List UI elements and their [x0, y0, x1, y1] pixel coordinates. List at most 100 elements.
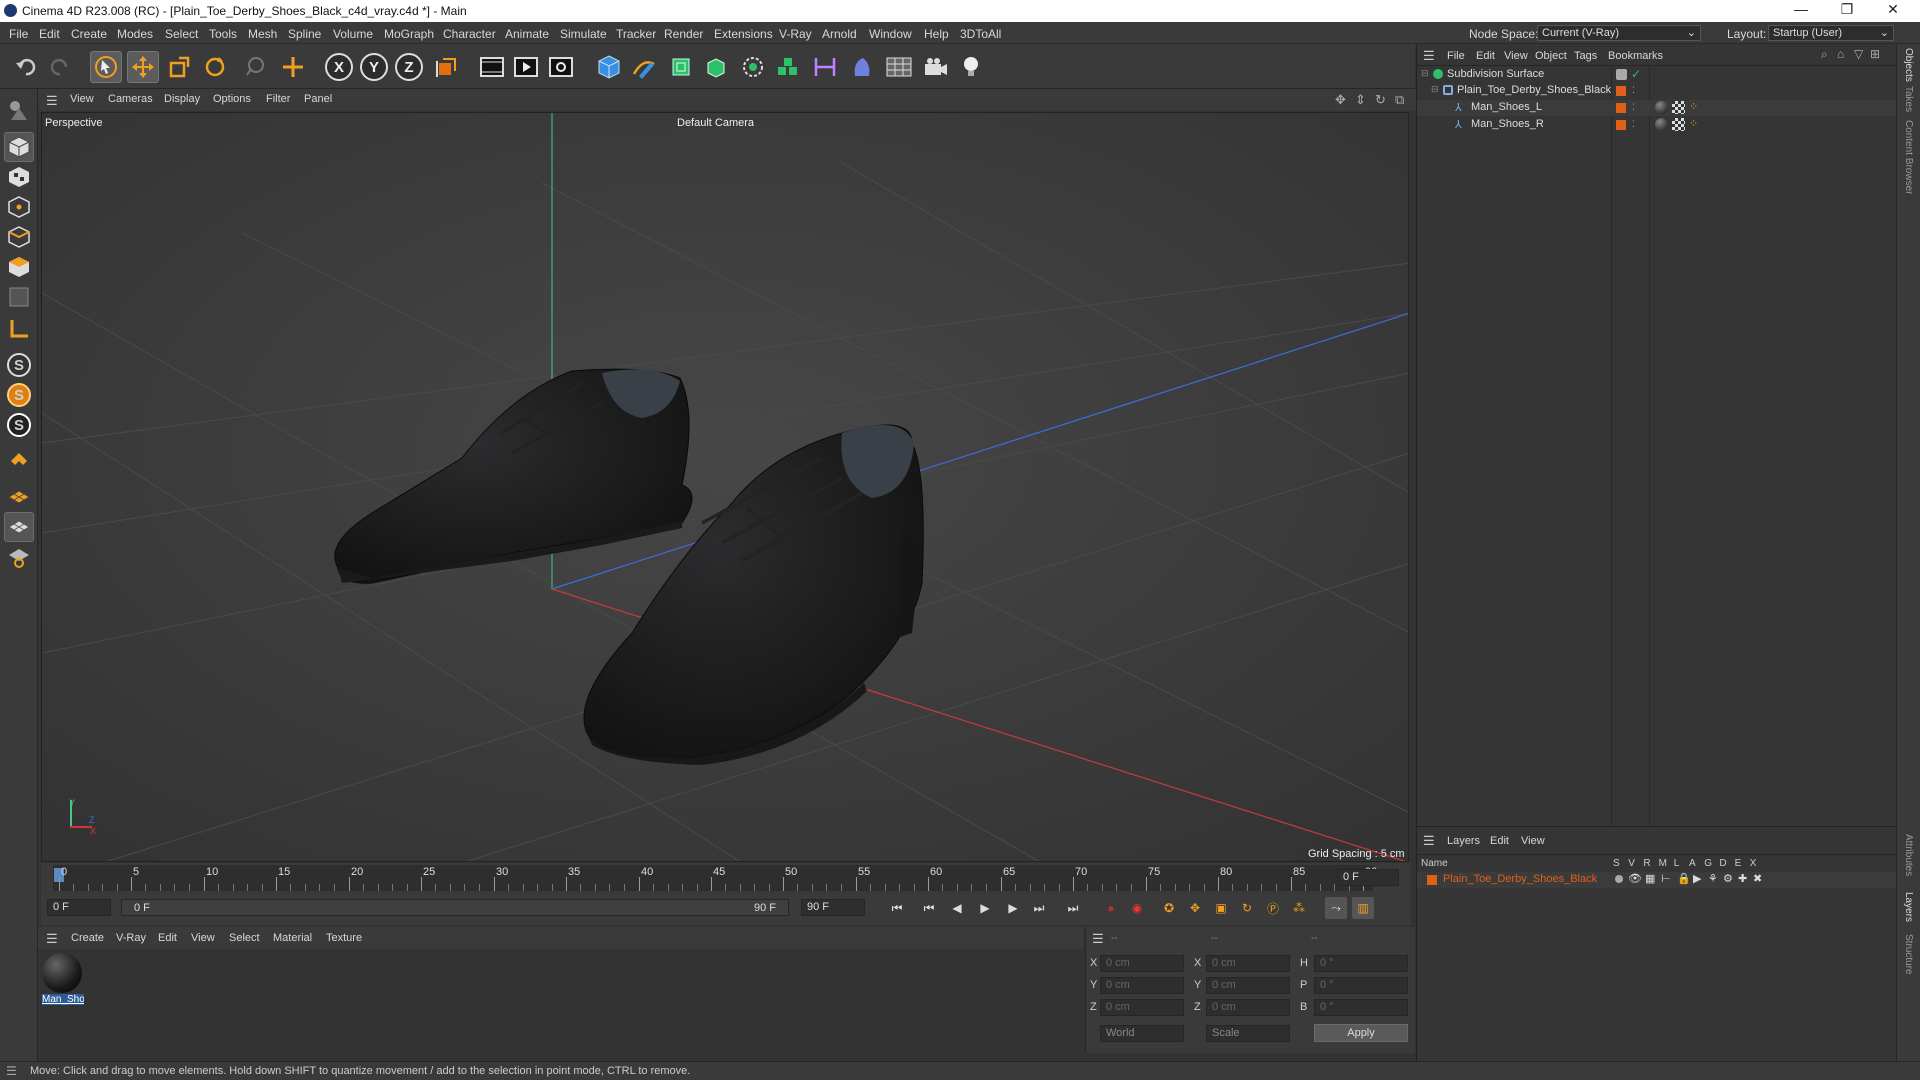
menu-3dtoall[interactable]: 3DToAll [960, 27, 1001, 41]
home-icon[interactable]: ⌂ [1837, 47, 1844, 61]
node-space-dropdown[interactable]: Current (V-Ray) ⌄ [1537, 25, 1701, 41]
record-icon[interactable]: ● [1100, 897, 1122, 919]
tab-content-browser[interactable]: Content Browser [1903, 120, 1914, 194]
layer-color-icon[interactable] [1616, 85, 1626, 99]
hamburger-menu-icon[interactable]: ☰ [46, 93, 58, 109]
visible-eye-icon[interactable]: 👁 [1628, 872, 1642, 885]
menu-tools[interactable]: Tools [209, 27, 237, 41]
viewport-menu-display[interactable]: Display [164, 93, 200, 105]
material-menu-texture[interactable]: Texture [326, 932, 362, 944]
new-view-icon[interactable]: ⊞ [1870, 47, 1880, 61]
viewport-maximize-icon[interactable]: ⧉ [1395, 92, 1404, 108]
lock-icon[interactable]: 🔒 [1677, 872, 1691, 885]
menu-help[interactable]: Help [924, 27, 949, 41]
coordinate-mode-dropdown[interactable]: World [1100, 1025, 1184, 1042]
texture-mode-icon[interactable] [4, 162, 34, 192]
viewport-rotate-icon[interactable]: ↻ [1375, 92, 1386, 108]
material-tag-icon[interactable] [1655, 101, 1668, 114]
hamburger-menu-icon[interactable]: ☰ [1423, 48, 1435, 64]
xref-icon[interactable]: ✖ [1753, 872, 1762, 885]
rotation-h-field[interactable]: 0 ° [1314, 955, 1408, 972]
timeline-layout-icon[interactable]: ▥ [1352, 897, 1374, 919]
edges-mode-icon[interactable] [4, 222, 34, 252]
material-menu-material[interactable]: Material [273, 932, 312, 944]
layer-menu-layers[interactable]: Layers [1447, 835, 1480, 847]
hamburger-menu-icon[interactable]: ☰ [6, 1064, 17, 1078]
redo-icon[interactable] [44, 51, 76, 83]
search-icon[interactable]: ⌕ [1821, 47, 1828, 62]
object-row[interactable]: ⅄ Man_Shoes_L ⁚ ⁘ [1417, 100, 1897, 116]
tab-takes[interactable]: Takes [1903, 86, 1914, 112]
layer-color-swatch[interactable] [1427, 874, 1437, 888]
menu-render[interactable]: Render [664, 27, 703, 41]
enabled-check-icon[interactable]: ✓ [1631, 67, 1641, 81]
object-row[interactable]: ⊟ Subdivision Surface ✓ [1417, 67, 1897, 83]
y-axis-icon[interactable]: Y [358, 51, 390, 83]
viewport-menu-cameras[interactable]: Cameras [108, 93, 153, 105]
menu-volume[interactable]: Volume [333, 27, 373, 41]
z-axis-icon[interactable]: Z [393, 51, 425, 83]
rotation-p-field[interactable]: 0 ° [1314, 977, 1408, 994]
position-key-icon[interactable]: ✥ [1184, 897, 1206, 919]
vray-tag-icon[interactable]: ⁘ [1689, 100, 1698, 113]
uvw-tag-icon[interactable] [1672, 118, 1685, 131]
viewport-menu-view[interactable]: View [70, 93, 94, 105]
uvw-tag-icon[interactable] [1672, 101, 1685, 114]
object-menu-tags[interactable]: Tags [1574, 50, 1597, 62]
layer-menu-edit[interactable]: Edit [1490, 835, 1509, 847]
generators-icon[interactable]: ⚘ [1708, 872, 1718, 885]
uv-mode-icon[interactable] [4, 282, 34, 312]
snap-settings-icon[interactable]: S [4, 380, 34, 410]
object-row[interactable]: ⊟ Plain_Toe_Derby_Shoes_Black ⁚ [1417, 83, 1897, 99]
snap-icon[interactable]: S [4, 350, 34, 380]
select-arrow-icon[interactable] [90, 51, 122, 83]
next-frame-icon[interactable]: ▶ [1002, 897, 1024, 919]
start-frame-field[interactable]: 0 F [47, 899, 111, 916]
prev-frame-icon[interactable]: ◀ [946, 897, 968, 919]
menu-modes[interactable]: Modes [117, 27, 153, 41]
menu-tracker[interactable]: Tracker [616, 27, 656, 41]
deformers-icon[interactable]: ⚙ [1723, 872, 1733, 885]
menu-create[interactable]: Create [71, 27, 107, 41]
viewport-menu-filter[interactable]: Filter [266, 93, 290, 105]
play-icon[interactable]: ▶ [974, 897, 996, 919]
layout-dropdown[interactable]: Startup (User) ⌄ [1768, 25, 1894, 41]
parameter-key-icon[interactable]: Ⓟ [1262, 897, 1284, 919]
menu-select[interactable]: Select [165, 27, 198, 41]
menu-extensions[interactable]: Extensions [714, 27, 773, 41]
position-z-field[interactable]: 0 cm [1100, 999, 1184, 1016]
hamburger-menu-icon[interactable]: ☰ [1092, 931, 1104, 947]
render-settings-icon[interactable] [545, 51, 577, 83]
menu-window[interactable]: Window [869, 27, 912, 41]
material-menu-vray[interactable]: V-Ray [116, 932, 146, 944]
size-x-field[interactable]: 0 cm [1206, 955, 1290, 972]
apply-button[interactable]: Apply [1314, 1024, 1408, 1042]
subdivision-icon[interactable] [665, 51, 697, 83]
scale-icon[interactable] [163, 51, 195, 83]
material-menu-select[interactable]: Select [229, 932, 260, 944]
coordinate-system-icon[interactable] [431, 51, 463, 83]
maximize-button[interactable]: ❐ [1824, 1, 1870, 21]
solo-toggle-icon[interactable] [1615, 875, 1623, 883]
points-mode-icon[interactable] [4, 192, 34, 222]
deformer-icon[interactable] [846, 51, 878, 83]
axis-mode-icon[interactable] [4, 314, 34, 344]
current-frame-field[interactable]: 0 F [1337, 869, 1399, 886]
workplane-icon[interactable] [4, 482, 34, 512]
object-menu-view[interactable]: View [1504, 50, 1528, 62]
end-frame-field[interactable]: 90 F [801, 899, 865, 916]
rotation-key-icon[interactable]: ↻ [1236, 897, 1258, 919]
visibility-dots-icon[interactable]: ⁚ [1632, 85, 1635, 96]
tab-structure[interactable]: Structure [1903, 934, 1914, 975]
tab-layers[interactable]: Layers [1903, 892, 1914, 922]
collapse-icon[interactable]: ⊟ [1431, 84, 1439, 95]
tab-attributes[interactable]: Attributes [1903, 834, 1914, 876]
camera-icon[interactable] [920, 51, 952, 83]
cloner-icon[interactable] [772, 51, 804, 83]
close-button[interactable]: ✕ [1870, 1, 1916, 21]
locked-workplane-icon[interactable] [4, 542, 34, 572]
size-z-field[interactable]: 0 cm [1206, 999, 1290, 1016]
make-editable-icon[interactable] [4, 95, 34, 125]
filter-icon[interactable]: ▽ [1854, 47, 1863, 61]
render-icon[interactable] [510, 51, 542, 83]
